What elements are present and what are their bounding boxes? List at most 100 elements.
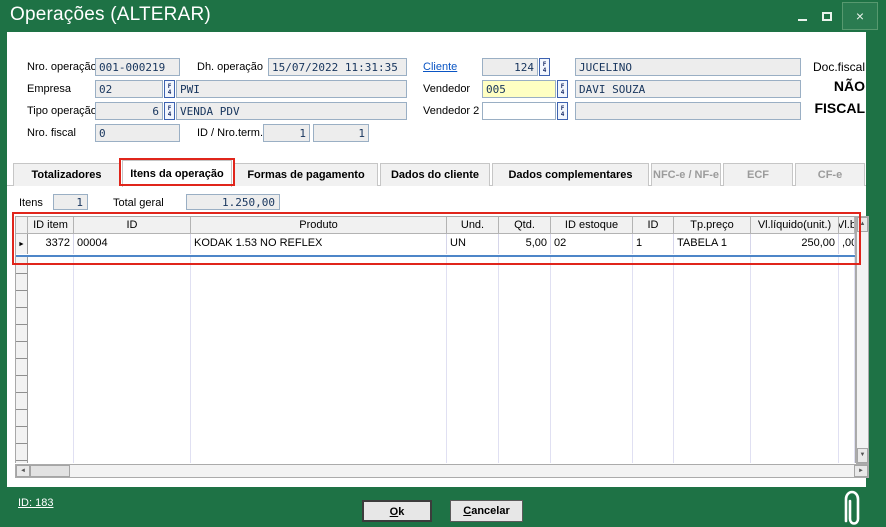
- vendedor2-code-field[interactable]: [482, 102, 556, 120]
- cell-id-item: 3372: [28, 234, 74, 254]
- f4-label-bottom: 4: [168, 89, 172, 96]
- tipo-operacao-label: Tipo operação: [27, 105, 97, 117]
- doc-fiscal-value-line1: NÃO: [757, 78, 865, 94]
- tab-itens-da-operacao[interactable]: Itens da operação: [122, 160, 232, 187]
- minimize-button[interactable]: [790, 2, 814, 30]
- row-selector-strip: [16, 257, 28, 463]
- empty-col: [499, 257, 551, 463]
- row-selector-cell: ►: [16, 234, 28, 254]
- col-header-produto[interactable]: Produto: [191, 217, 447, 234]
- grid-header-row: ID item ID Produto Und. Qtd. ID estoque …: [16, 217, 855, 234]
- nro-fiscal-field[interactable]: 0: [95, 124, 180, 142]
- empty-col: [191, 257, 447, 463]
- col-header-tp-preco[interactable]: Tp.preço: [674, 217, 751, 234]
- vendedor-code-field[interactable]: 005: [482, 80, 556, 98]
- cancel-button[interactable]: Cancelar: [450, 500, 523, 522]
- empty-col: [839, 257, 855, 463]
- cliente-link[interactable]: Cliente: [423, 61, 457, 73]
- scroll-left-button[interactable]: ◄: [16, 465, 30, 477]
- empty-col: [551, 257, 633, 463]
- empty-col: [751, 257, 839, 463]
- horizontal-scroll-thumb[interactable]: [30, 465, 70, 477]
- grid-selector-header: [16, 217, 28, 234]
- cell-id2: 1: [633, 234, 674, 254]
- empresa-code-field[interactable]: 02: [95, 80, 163, 98]
- id-term-field-1[interactable]: 1: [263, 124, 310, 142]
- scroll-down-button[interactable]: ▼: [857, 448, 868, 463]
- minimize-icon: [798, 19, 807, 21]
- vendedor-f4-lookup-button[interactable]: F4: [557, 80, 568, 98]
- scroll-down-icon: ▼: [860, 452, 866, 458]
- tab-ecf: ECF: [723, 163, 793, 186]
- empresa-name-field[interactable]: PWI: [176, 80, 407, 98]
- tab-cfe: CF-e: [795, 163, 865, 186]
- footer-bar: ID: 183 Ok Cancelar: [0, 487, 886, 527]
- cell-id-estoque: 02: [551, 234, 633, 254]
- cell-qtd: 5,00: [499, 234, 551, 254]
- col-header-id2[interactable]: ID: [633, 217, 674, 234]
- tipo-operacao-code-field[interactable]: 6: [95, 102, 163, 120]
- col-header-id[interactable]: ID: [74, 217, 191, 234]
- empty-col: [674, 257, 751, 463]
- doc-fiscal-value-line2: FISCAL: [757, 100, 865, 116]
- items-grid: ID item ID Produto Und. Qtd. ID estoque …: [15, 216, 856, 463]
- empresa-f4-lookup-button[interactable]: F4: [164, 80, 175, 98]
- f4-label-bottom: 4: [561, 89, 565, 96]
- cell-vl-bruto-clipped: ,00: [839, 234, 855, 254]
- grid-vertical-scrollbar[interactable]: ▲ ▼: [856, 216, 869, 464]
- scroll-left-icon: ◄: [20, 468, 26, 474]
- operations-window: Operações (ALTERAR) × Nro. operação 001-…: [0, 0, 886, 527]
- vendedor2-label: Vendedor 2: [423, 105, 479, 117]
- cell-und: UN: [447, 234, 499, 254]
- tipo-operacao-name-field[interactable]: VENDA PDV: [176, 102, 407, 120]
- total-geral-field[interactable]: 1.250,00: [186, 194, 280, 210]
- empty-col: [633, 257, 674, 463]
- f4-label-bottom: 4: [543, 67, 547, 74]
- cell-tp-preco: TABELA 1: [674, 234, 751, 254]
- empty-col: [74, 257, 191, 463]
- record-id-link[interactable]: ID: 183: [18, 497, 53, 509]
- close-button[interactable]: ×: [842, 2, 878, 30]
- window-title: Operações (ALTERAR): [10, 4, 211, 26]
- col-header-id-estoque[interactable]: ID estoque: [551, 217, 633, 234]
- nro-operacao-field[interactable]: 001-000219: [95, 58, 180, 76]
- doc-fiscal-label: Doc.fiscal: [777, 60, 865, 74]
- col-header-id-item[interactable]: ID item: [28, 217, 74, 234]
- tab-dados-do-cliente[interactable]: Dados do cliente: [380, 163, 490, 186]
- cliente-code-field[interactable]: 124: [482, 58, 538, 76]
- ok-button[interactable]: Ok: [362, 500, 432, 522]
- nro-operacao-label: Nro. operação: [27, 61, 97, 73]
- scroll-right-button[interactable]: ►: [854, 465, 868, 477]
- cell-vl-liquido: 250,00: [751, 234, 839, 254]
- id-term-field-2[interactable]: 1: [313, 124, 369, 142]
- col-header-und[interactable]: Und.: [447, 217, 499, 234]
- tipo-operacao-f4-lookup-button[interactable]: F4: [164, 102, 175, 120]
- current-row-pointer-icon: ►: [18, 241, 25, 248]
- tab-dados-complementares[interactable]: Dados complementares: [492, 163, 649, 186]
- tab-totalizadores[interactable]: Totalizadores: [13, 163, 120, 186]
- table-row[interactable]: ► 3372 00004 KODAK 1.53 NO REFLEX UN 5,0…: [16, 234, 855, 254]
- scroll-up-button[interactable]: ▲: [857, 217, 868, 232]
- scroll-up-icon: ▲: [860, 221, 866, 227]
- empty-col: [28, 257, 74, 463]
- paperclip-attachment-icon[interactable]: [836, 488, 866, 527]
- itens-count-field[interactable]: 1: [53, 194, 88, 210]
- col-header-qtd[interactable]: Qtd.: [499, 217, 551, 234]
- dh-operacao-field[interactable]: 15/07/2022 11:31:35: [268, 58, 407, 76]
- dh-operacao-label: Dh. operação: [197, 61, 263, 73]
- maximize-button[interactable]: [815, 2, 839, 30]
- col-header-vl-liquido[interactable]: Vl.líquido(unit.): [751, 217, 839, 234]
- client-area: Nro. operação 001-000219 Dh. operação 15…: [7, 32, 866, 487]
- grid-empty-body: [16, 257, 855, 463]
- cliente-f4-lookup-button[interactable]: F4: [539, 58, 550, 76]
- tab-formas-de-pagamento[interactable]: Formas de pagamento: [234, 163, 378, 186]
- vendedor2-f4-lookup-button[interactable]: F4: [557, 102, 568, 120]
- cell-produto: KODAK 1.53 NO REFLEX: [191, 234, 447, 254]
- cliente-name-field[interactable]: JUCELINO: [575, 58, 801, 76]
- col-header-vl-bruto-clipped[interactable]: Vl.b: [839, 217, 855, 234]
- grid-horizontal-scrollbar[interactable]: ◄ ►: [15, 464, 869, 478]
- empty-col: [447, 257, 499, 463]
- id-nro-term-label: ID / Nro.term.: [197, 127, 263, 139]
- nro-fiscal-label: Nro. fiscal: [27, 127, 76, 139]
- cell-id: 00004: [74, 234, 191, 254]
